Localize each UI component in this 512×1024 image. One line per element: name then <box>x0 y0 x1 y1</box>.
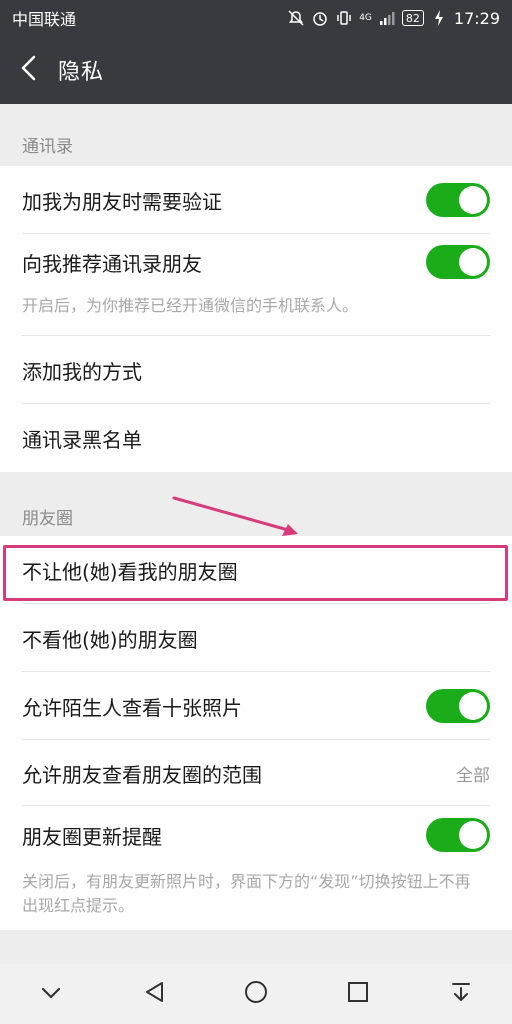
battery-indicator: 82 <box>401 10 424 26</box>
blacklist-row[interactable]: 通讯录黑名单 <box>0 404 512 472</box>
time-label: 17:29 <box>453 8 500 28</box>
verify-row[interactable]: 加我为朋友时需要验证 <box>0 166 512 234</box>
circle-home-icon <box>243 979 269 1009</box>
download-nav-button[interactable] <box>431 964 491 1024</box>
toggle-knob <box>459 248 487 276</box>
verify-toggle[interactable] <box>426 183 490 217</box>
title-bar: 隐私 <box>0 36 512 104</box>
status-bar: 中国联通 4G 82 17:29 <box>0 0 512 36</box>
annotation-highlight-box <box>3 545 508 601</box>
blacklist-label: 通讯录黑名单 <box>22 427 142 452</box>
add-methods-label: 添加我的方式 <box>22 359 142 384</box>
home-nav-button[interactable] <box>226 964 286 1024</box>
section-header-contacts: 通讯录 <box>22 137 73 157</box>
status-icons: 4G 82 17:29 <box>287 9 500 28</box>
triangle-back-icon <box>143 980 165 1008</box>
toggle-knob <box>459 692 487 720</box>
verify-label: 加我为朋友时需要验证 <box>22 189 222 214</box>
stranger-photos-label: 允许陌生人查看十张照片 <box>22 695 242 720</box>
recommend-toggle[interactable] <box>426 245 490 279</box>
update-reminder-toggle[interactable] <box>426 818 490 852</box>
toggle-knob <box>459 821 487 849</box>
alarm-icon <box>311 9 329 27</box>
recents-nav-button[interactable] <box>328 964 388 1024</box>
moments-range-value: 全部 <box>456 765 490 786</box>
update-reminder-row[interactable]: 朋友圈更新提醒 <box>0 806 512 864</box>
dont-see-moments-row[interactable]: 不看他(她)的朋友圈 <box>0 604 512 672</box>
add-methods-row[interactable]: 添加我的方式 <box>0 336 512 404</box>
contacts-group: 加我为朋友时需要验证 向我推荐通讯录朋友 开启后，为你推荐已经开通微信的手机联系… <box>0 166 512 472</box>
update-reminder-label: 朋友圈更新提醒 <box>22 824 162 849</box>
recommend-row[interactable]: 向我推荐通讯录朋友 <box>0 234 512 290</box>
network-label: 4G <box>359 13 372 23</box>
chevron-left-icon <box>18 55 40 85</box>
system-nav-bar <box>0 964 512 1024</box>
square-recents-icon <box>346 980 370 1008</box>
carrier-label: 中国联通 <box>12 10 77 29</box>
signal-icon <box>378 9 396 27</box>
download-icon <box>449 980 473 1008</box>
dont-see-moments-label: 不看他(她)的朋友圈 <box>22 627 198 652</box>
charging-icon <box>430 9 448 27</box>
moments-range-label: 允许朋友查看朋友圈的范围 <box>22 762 262 787</box>
back-button[interactable] <box>0 36 58 104</box>
toggle-knob <box>459 186 487 214</box>
vibrate-icon <box>335 9 353 27</box>
back-nav-button[interactable] <box>124 964 184 1024</box>
annotation-arrow <box>172 496 298 536</box>
recommend-label: 向我推荐通讯录朋友 <box>22 251 202 276</box>
update-reminder-hint-text: 关闭后，有朋友更新照片时，界面下方的“发现”切换按钮上不再出现红点提示。 <box>22 872 471 915</box>
chevron-down-icon <box>40 985 62 1004</box>
page-title: 隐私 <box>58 60 105 85</box>
stranger-photos-row[interactable]: 允许陌生人查看十张照片 <box>0 672 512 740</box>
hide-nav-button[interactable] <box>21 964 81 1024</box>
moments-range-row[interactable]: 允许朋友查看朋友圈的范围 全部 <box>0 740 512 806</box>
recommend-hint: 开启后，为你推荐已经开通微信的手机联系人。 <box>0 290 512 336</box>
stranger-photos-toggle[interactable] <box>426 689 490 723</box>
recommend-hint-text: 开启后，为你推荐已经开通微信的手机联系人。 <box>22 296 359 315</box>
update-reminder-hint: 关闭后，有朋友更新照片时，界面下方的“发现”切换按钮上不再出现红点提示。 <box>0 864 512 930</box>
mute-icon <box>287 9 305 27</box>
